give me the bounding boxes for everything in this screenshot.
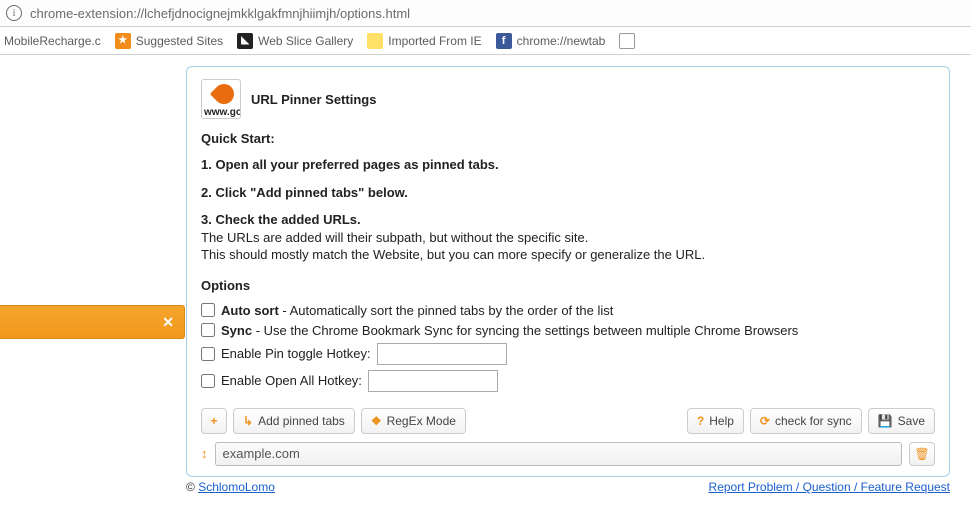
sync-checkbox[interactable] (201, 323, 215, 337)
page-footer: © SchlomoLomo Report Problem / Question … (186, 480, 950, 494)
bookmark-mobile-recharge[interactable]: MobileRecharge.c (4, 34, 101, 48)
option-open-hotkey: Enable Open All Hotkey: (201, 370, 935, 392)
step-1: 1. Open all your preferred pages as pinn… (201, 157, 499, 172)
auto-sort-label-bold: Auto sort (221, 303, 279, 318)
folder-icon (367, 33, 383, 49)
step-2: 2. Click "Add pinned tabs" below. (201, 185, 408, 200)
toolbar: + ↳ Add pinned tabs ❖ RegEx Mode ? Help … (201, 408, 935, 434)
facebook-icon: f (496, 33, 512, 49)
copyright-prefix: © (186, 480, 198, 494)
drag-handle-icon[interactable]: ↕ (201, 446, 208, 461)
info-icon[interactable]: i (6, 5, 22, 21)
open-hotkey-checkbox[interactable] (201, 374, 215, 388)
bookmark-suggested-sites[interactable]: ★ Suggested Sites (115, 33, 223, 49)
save-icon: 💾 (878, 414, 893, 428)
options-heading: Options (201, 278, 935, 293)
slice-icon: ◣ (237, 33, 253, 49)
bookmark-label: Web Slice Gallery (258, 34, 353, 48)
bookmark-label: Suggested Sites (136, 34, 223, 48)
help-label: Help (709, 414, 734, 428)
pin-hotkey-label: Enable Pin toggle Hotkey: (221, 346, 371, 361)
regex-mode-button[interactable]: ❖ RegEx Mode (361, 408, 466, 434)
extension-logo: www.go (201, 79, 241, 119)
url-input[interactable] (215, 442, 903, 466)
delete-url-button[interactable]: 🗑 (909, 442, 935, 466)
trash-icon: 🗑 (914, 447, 929, 461)
bookmark-imported-from-ie[interactable]: Imported From IE (367, 33, 481, 49)
sync-label-bold: Sync (221, 323, 252, 338)
regex-icon: ❖ (371, 414, 382, 428)
add-button-small[interactable]: + (201, 408, 227, 434)
close-icon[interactable]: ✕ (162, 314, 174, 331)
bookmark-label: chrome://newtab (517, 34, 606, 48)
step-3: 3. Check the added URLs. (201, 212, 361, 227)
plus-icon: + (210, 414, 217, 428)
star-icon: ★ (115, 33, 131, 49)
bookmark-label: MobileRecharge.c (4, 34, 101, 48)
step-3-line-2: The URLs are added will their subpath, b… (201, 230, 588, 245)
option-auto-sort: Auto sort - Automatically sort the pinne… (201, 303, 935, 318)
step-3-line-3: This should mostly match the Website, bu… (201, 247, 705, 262)
address-bar: i chrome-extension://lchefjdnocignejmkkl… (0, 0, 971, 27)
bookmark-web-slice-gallery[interactable]: ◣ Web Slice Gallery (237, 33, 353, 49)
address-bar-url[interactable]: chrome-extension://lchefjdnocignejmkklga… (30, 6, 410, 21)
sync-label-rest: - Use the Chrome Bookmark Sync for synci… (252, 323, 798, 338)
save-button[interactable]: 💾 Save (868, 408, 935, 434)
pin-hotkey-input[interactable] (377, 343, 507, 365)
logo-text: www.go (202, 107, 240, 118)
help-button[interactable]: ? Help (687, 408, 744, 434)
auto-sort-label-rest: - Automatically sort the pinned tabs by … (279, 303, 614, 318)
add-pinned-tabs-label: Add pinned tabs (258, 414, 345, 428)
settings-panel: www.go URL Pinner Settings Quick Start: … (186, 66, 950, 477)
notification-tab[interactable]: ✕ (0, 305, 185, 339)
question-icon: ? (697, 414, 704, 428)
open-hotkey-label: Enable Open All Hotkey: (221, 373, 362, 388)
quick-start-heading: Quick Start: (201, 131, 935, 146)
check-sync-button[interactable]: ⟳ check for sync (750, 408, 862, 434)
bookmark-file[interactable] (619, 33, 635, 49)
pin-hotkey-checkbox[interactable] (201, 347, 215, 361)
report-problem-link[interactable]: Report Problem / Question / Feature Requ… (709, 480, 950, 494)
bookmark-label: Imported From IE (388, 34, 481, 48)
url-entry-row: ↕ 🗑 (201, 442, 935, 466)
bookmark-chrome-newtab[interactable]: f chrome://newtab (496, 33, 606, 49)
open-hotkey-input[interactable] (368, 370, 498, 392)
auto-sort-checkbox[interactable] (201, 303, 215, 317)
page-title: URL Pinner Settings (251, 92, 376, 107)
author-link[interactable]: SchlomoLomo (198, 480, 275, 494)
save-label: Save (898, 414, 925, 428)
pin-icon (210, 80, 238, 108)
panel-header: www.go URL Pinner Settings (201, 79, 935, 119)
option-pin-hotkey: Enable Pin toggle Hotkey: (201, 343, 935, 365)
refresh-icon: ↳ (243, 414, 253, 428)
bookmarks-bar: MobileRecharge.c ★ Suggested Sites ◣ Web… (0, 27, 971, 55)
regex-mode-label: RegEx Mode (387, 414, 456, 428)
option-sync: Sync - Use the Chrome Bookmark Sync for … (201, 323, 935, 338)
sync-icon: ⟳ (760, 414, 770, 428)
check-sync-label: check for sync (775, 414, 852, 428)
file-icon (619, 33, 635, 49)
add-pinned-tabs-button[interactable]: ↳ Add pinned tabs (233, 408, 355, 434)
